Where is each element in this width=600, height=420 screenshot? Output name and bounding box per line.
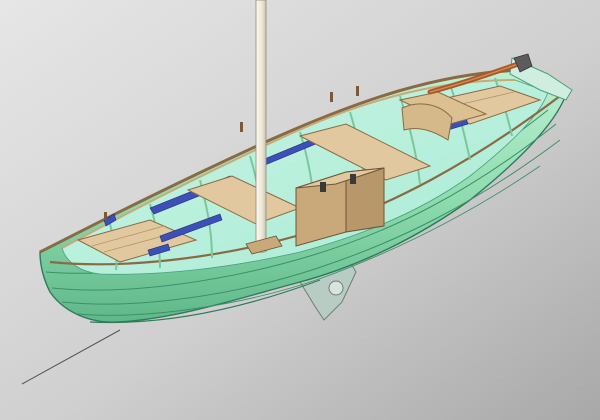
rowlock (240, 122, 243, 132)
rowlock (104, 212, 107, 220)
mast (254, 0, 268, 253)
rowlock (330, 92, 333, 102)
render-canvas (0, 0, 600, 420)
boat-render (0, 0, 600, 420)
rowlock (356, 86, 359, 96)
